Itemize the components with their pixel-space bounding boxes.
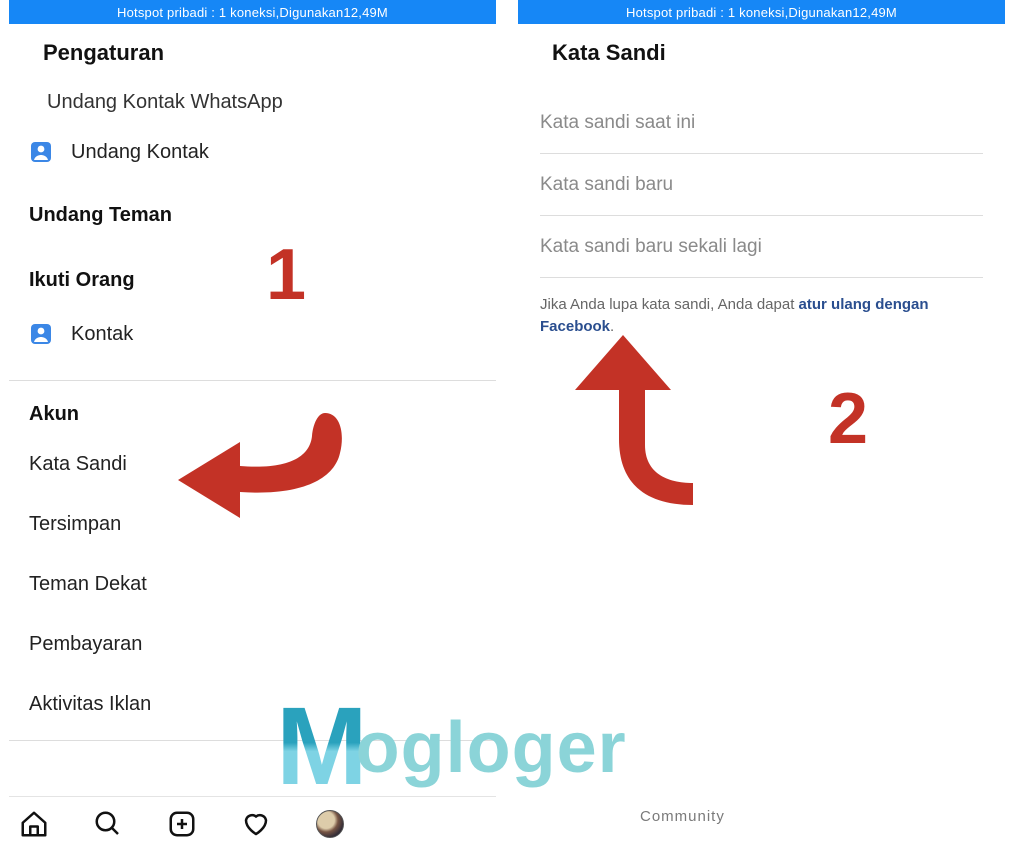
placeholder: Kata sandi saat ini: [540, 112, 695, 134]
search-icon[interactable]: [93, 809, 123, 839]
list-item[interactable]: Kontak: [9, 300, 496, 368]
list-item-label: Kontak: [71, 323, 133, 346]
new-password-input[interactable]: Kata sandi baru: [540, 154, 983, 216]
watermark-sub: Community: [640, 808, 725, 825]
list-item-label: Tersimpan: [29, 513, 121, 536]
list-item-label: Pembayaran: [29, 633, 142, 656]
status-text: Hotspot pribadi : 1 koneksi,Digunakan12,…: [626, 5, 897, 20]
screenshot-1-settings: Hotspot pribadi : 1 koneksi,Digunakan12,…: [9, 0, 496, 850]
section-header: Ikuti Orang: [9, 235, 496, 300]
heart-icon[interactable]: [241, 809, 271, 839]
page-title: Pengaturan: [43, 40, 164, 66]
list-item[interactable]: Tersimpan: [9, 494, 496, 554]
divider: [9, 740, 496, 741]
list-item-label: Undang Kontak WhatsApp: [47, 91, 283, 114]
status-text: Hotspot pribadi : 1 koneksi,Digunakan12,…: [117, 5, 388, 20]
confirm-password-input[interactable]: Kata sandi baru sekali lagi: [540, 216, 983, 278]
list-item-label: Kata Sandi: [29, 453, 127, 476]
contact-icon: [29, 140, 53, 164]
list-item[interactable]: Undang Kontak: [9, 118, 496, 186]
list-item-label: Aktivitas Iklan: [29, 693, 151, 716]
list-item-label: Teman Dekat: [29, 573, 147, 596]
helper-pre: Jika Anda lupa kata sandi, Anda dapat: [540, 296, 799, 313]
helper-post: .: [610, 318, 614, 335]
password-form: Kata sandi saat ini Kata sandi baru Kata…: [518, 82, 1005, 278]
home-icon[interactable]: [19, 809, 49, 839]
screenshot-2-password: Hotspot pribadi : 1 koneksi,Digunakan12,…: [518, 0, 1005, 850]
placeholder: Kata sandi baru sekali lagi: [540, 236, 762, 258]
status-bar: Hotspot pribadi : 1 koneksi,Digunakan12,…: [518, 0, 1005, 24]
topbar-password: Kata Sandi: [518, 24, 1005, 82]
current-password-input[interactable]: Kata sandi saat ini: [540, 92, 983, 154]
section-header: Undang Teman: [9, 186, 496, 235]
placeholder: Kata sandi baru: [540, 174, 673, 196]
settings-list: Undang Kontak WhatsApp Undang Kontak Und…: [9, 82, 496, 796]
divider: [9, 380, 496, 381]
profile-avatar[interactable]: [315, 809, 345, 839]
list-item-label: Undang Kontak: [71, 141, 209, 164]
list-item-kata-sandi[interactable]: Kata Sandi: [9, 434, 496, 494]
list-item[interactable]: Teman Dekat: [9, 554, 496, 614]
list-item[interactable]: Pembayaran: [9, 614, 496, 674]
contact-icon: [29, 322, 53, 346]
avatar-icon: [316, 810, 344, 838]
status-bar: Hotspot pribadi : 1 koneksi,Digunakan12,…: [9, 0, 496, 24]
topbar-settings: Pengaturan: [9, 24, 496, 82]
helper-text: Jika Anda lupa kata sandi, Anda dapat at…: [518, 278, 1005, 354]
page-title: Kata Sandi: [552, 40, 666, 66]
list-item[interactable]: Undang Kontak WhatsApp: [9, 82, 496, 118]
add-post-icon[interactable]: [167, 809, 197, 839]
bottom-tab-bar: [9, 796, 496, 850]
list-item[interactable]: Aktivitas Iklan: [9, 674, 496, 734]
section-header: Akun: [9, 385, 496, 434]
